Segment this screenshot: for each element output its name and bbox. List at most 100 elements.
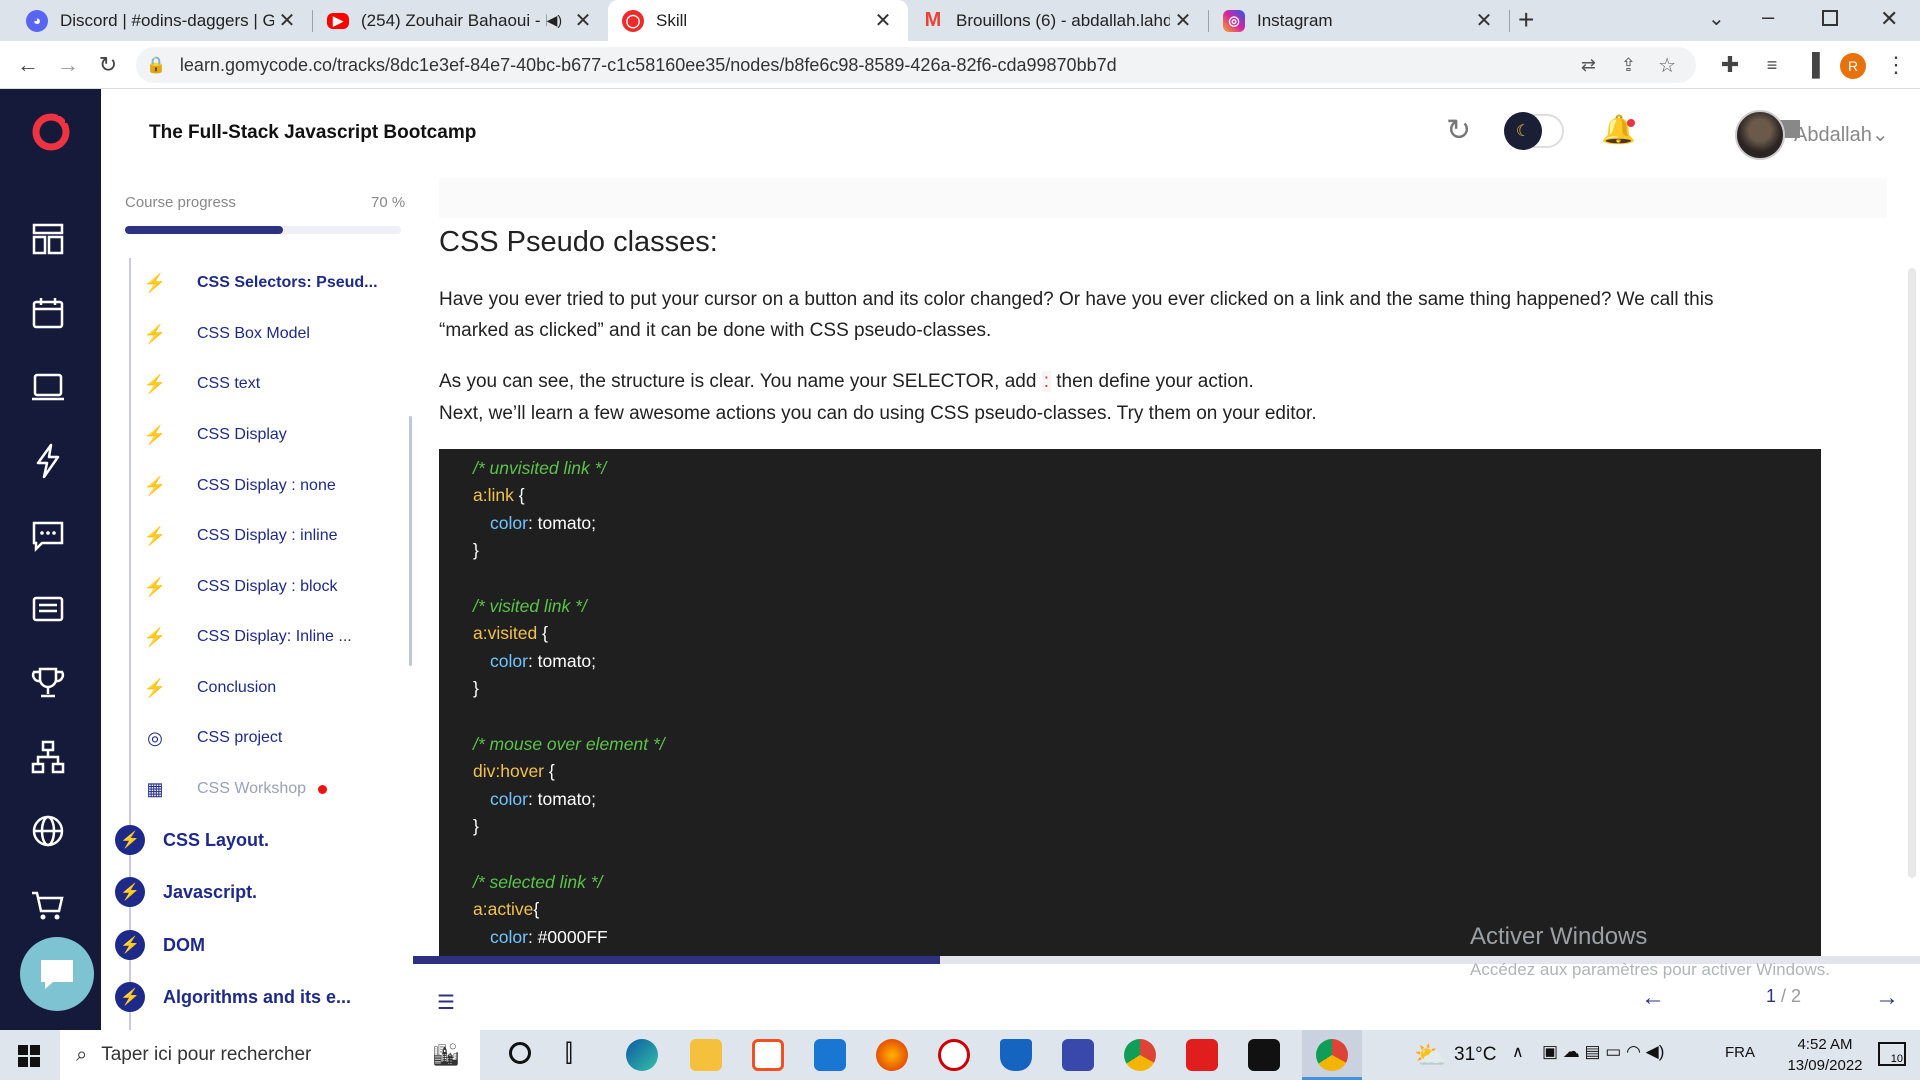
lesson-item[interactable]: ⚡ CSS Display [131,415,401,455]
tab-gmail[interactable]: M Brouillons (6) - abdallah.lahdheri ✕ [908,0,1208,41]
shield-icon[interactable] [1000,1039,1032,1071]
calendar-icon[interactable] [28,293,68,333]
language-indicator[interactable]: FRA [1725,1044,1755,1061]
tab-title: Skill [656,10,688,30]
trophy-icon[interactable] [28,663,68,703]
address-bar[interactable]: 🔒 learn.gomycode.co/tracks/8dc1e3ef-84e7… [136,47,1696,83]
lock-icon[interactable]: 🔒 [146,55,166,75]
temperature[interactable]: 31°C [1454,1044,1496,1066]
tab-discord[interactable]: ◕ Discord | #odins-daggers | GMC ✕ [12,0,312,41]
tray-chevron-icon[interactable]: ∧ [1512,1042,1524,1062]
structure-paragraph: As you can see, the structure is clear. … [439,366,1254,397]
security-app-icon[interactable] [938,1039,970,1071]
gomycode-logo-icon[interactable] [30,109,72,151]
dark-mode-toggle[interactable]: ☾ [1504,112,1564,150]
tab-skill[interactable]: ◯ Skill ✕ [608,0,908,41]
media-control-icon[interactable]: ≡ [1756,49,1788,81]
widgets-icon[interactable]: ⫿ [565,1040,573,1068]
help-chat-button[interactable] [20,937,94,1011]
user-name[interactable]: Abdallah⌄ [1794,122,1889,147]
close-tab-icon[interactable]: ✕ [570,8,596,33]
bookmark-star-icon[interactable]: ☆ [1658,53,1676,78]
firefox-icon[interactable] [876,1039,908,1071]
close-tab-icon[interactable]: ✕ [1471,8,1497,33]
lesson-item[interactable]: ⚡ Conclusion [131,668,401,708]
notification-center-icon[interactable]: 10 [1878,1042,1906,1066]
laptop-icon[interactable] [28,367,68,407]
close-window-button[interactable]: ✕ [1880,6,1898,32]
profile-avatar[interactable]: R [1840,53,1866,79]
lesson-item[interactable]: ⚡ CSS Display : none [131,466,401,506]
news-icon[interactable] [28,589,68,629]
taskbar-search-box[interactable]: ⌕ Taper ici pour rechercher 🏙 [60,1030,480,1080]
new-tab-button[interactable]: + [1518,4,1534,36]
file-explorer-icon[interactable] [690,1039,722,1071]
lesson-item[interactable]: ⚡ CSS Display : block [131,567,401,607]
lesson-item[interactable]: ⚡ CSS Display: Inline ... [131,617,401,657]
tab-youtube[interactable]: ▶ (254) Zouhair Bahaoui - Hast ◀) ✕ [313,0,608,41]
maximize-button[interactable] [1822,10,1838,26]
chrome-active-taskbar-button[interactable] [1302,1030,1362,1080]
cart-icon[interactable] [28,885,68,925]
chapter-item[interactable]: ⚡ Javascript. [115,871,257,913]
globe-icon[interactable] [28,811,68,851]
translate-icon[interactable]: ⇄ [1581,55,1596,76]
lesson-item[interactable]: ◎ CSS project [131,718,401,758]
speaker-icon[interactable]: ◀) [547,12,562,29]
target-icon: ◎ [147,727,163,748]
tab-title: Discord | #odins-daggers | GMC [60,10,274,30]
lesson-item[interactable]: ▦ CSS Workshop [131,769,401,809]
hierarchy-icon[interactable] [28,737,68,777]
chrome-icon[interactable] [1124,1039,1156,1071]
chat-icon[interactable] [28,515,68,555]
edge-icon[interactable] [626,1039,658,1071]
outline-toggle-icon[interactable]: ☰ [437,990,455,1015]
close-tab-icon[interactable]: ✕ [1170,8,1196,33]
back-arrow-icon[interactable]: ← [12,49,44,81]
close-tab-icon[interactable]: ✕ [274,8,300,33]
reload-icon[interactable]: ↻ [92,49,124,81]
store-app-icon[interactable] [1186,1039,1218,1071]
code-selector: div:hover [473,761,545,781]
code-comment: /* unvisited link */ [473,458,607,478]
gomycode-icon: ◯ [622,9,644,32]
url-text[interactable]: learn.gomycode.co/tracks/8dc1e3ef-84e7-4… [180,55,1117,76]
chapter-item[interactable]: ⚡ CSS Layout. [115,819,269,861]
tab-instagram[interactable]: ◎ Instagram ✕ [1209,0,1509,41]
close-tab-icon[interactable]: ✕ [870,8,896,33]
lesson-item[interactable]: ⚡ CSS Box Model [131,314,401,354]
task-view-icon[interactable] [509,1042,531,1064]
chapter-item[interactable]: ⚡ Algorithms and its e... [115,976,351,1018]
minimize-button[interactable]: – [1762,4,1774,30]
refresh-icon[interactable]: ↻ [1446,113,1471,148]
lesson-item[interactable]: ⚡ CSS Selectors: Pseud... [131,263,401,303]
share-icon[interactable]: ⇪ [1621,55,1636,76]
teams-icon[interactable] [1062,1039,1094,1071]
browser-menu-icon[interactable]: ⋮ [1880,49,1912,81]
bolt-icon[interactable] [28,441,68,481]
lesson-item[interactable]: ⚡ CSS text [131,364,401,404]
dashboard-icon[interactable] [28,219,68,259]
user-avatar[interactable] [1735,110,1785,160]
chrome-profile-icon [1316,1039,1348,1071]
tab-search-icon[interactable]: ⌄ [1708,6,1725,31]
sidebar-scrollbar[interactable] [409,416,412,666]
mail-icon[interactable] [814,1039,846,1071]
ms-store-icon[interactable] [752,1039,784,1071]
lesson-label: CSS Display : inline [197,527,338,544]
tray-icons[interactable]: ▣ ☁ ▤ ▭ ◠ ◀) [1542,1042,1664,1062]
windows-start-icon[interactable] [18,1045,40,1067]
extensions-icon[interactable]: ✚ [1714,49,1746,81]
next-page-arrow-icon[interactable]: → [1875,984,1899,1012]
clock[interactable]: 4:52 AM 13/09/2022 [1770,1034,1880,1076]
previous-page-arrow-icon[interactable]: ← [1641,984,1665,1012]
chapter-item[interactable]: ⚡ DOM [115,924,205,966]
epic-games-icon[interactable] [1248,1039,1280,1071]
weather-icon[interactable]: ⛅ [1414,1040,1446,1071]
bolt-icon: ⚡ [143,475,167,496]
lesson-item[interactable]: ⚡ CSS Display : inline [131,516,401,556]
forward-arrow-icon[interactable]: → [52,49,84,81]
side-panel-icon[interactable]: ▐ [1796,49,1828,81]
notification-bell-icon[interactable]: 🔔 [1601,113,1636,146]
content-scrollbar[interactable] [1908,268,1916,878]
